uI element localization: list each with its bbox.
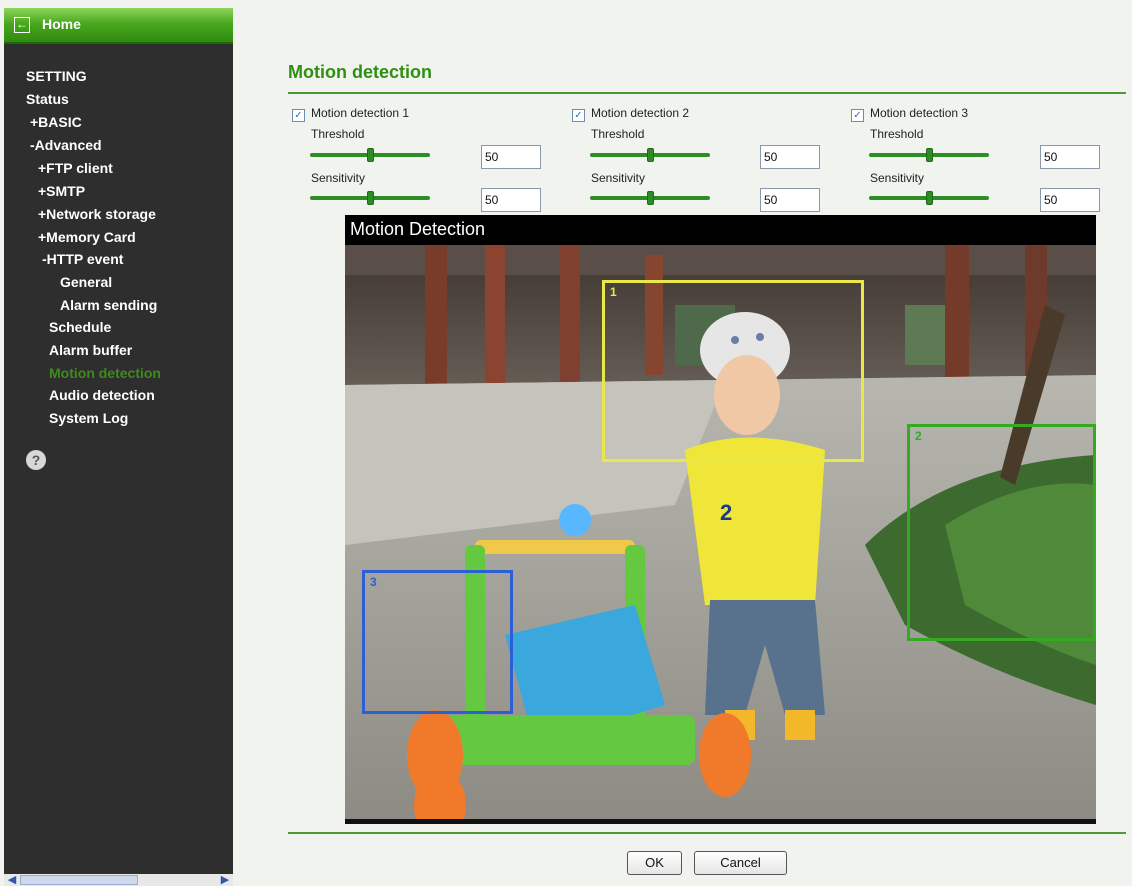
- motion-region-1-label: 1: [610, 285, 617, 299]
- threshold-slider-2[interactable]: [590, 148, 710, 162]
- motion-region-2[interactable]: 2: [907, 424, 1096, 641]
- nav-smtp[interactable]: +SMTP: [38, 183, 85, 199]
- nav-basic[interactable]: +BASIC: [30, 114, 82, 130]
- page-title: Motion detection: [288, 62, 432, 82]
- motion-detection-1-label: Motion detection 1: [311, 106, 410, 120]
- nav-schedule[interactable]: Schedule: [49, 319, 111, 335]
- horizontal-scrollbar[interactable]: ◀ ▶: [4, 874, 233, 886]
- threshold-slider-3[interactable]: [869, 148, 989, 162]
- sidebar: ← Home SETTING Status +BASIC -Advanced +…: [4, 8, 233, 886]
- viewer-title: Motion Detection: [350, 219, 486, 239]
- motion-detection-3-checkbox[interactable]: ✓: [851, 109, 864, 122]
- threshold-slider-1[interactable]: [310, 148, 430, 162]
- nav-network-storage[interactable]: +Network storage: [38, 206, 156, 222]
- svg-text:2: 2: [720, 500, 732, 525]
- nav-motion-detection[interactable]: Motion detection: [49, 365, 161, 381]
- scroll-left-arrow-icon[interactable]: ◀: [6, 874, 18, 886]
- sensitivity-label-3: Sensitivity: [870, 171, 925, 185]
- motion-region-1[interactable]: 1: [602, 280, 864, 462]
- sensitivity-slider-1[interactable]: [310, 191, 430, 205]
- motion-region-3[interactable]: 3: [362, 570, 513, 714]
- nav-system-log[interactable]: System Log: [49, 410, 128, 426]
- help-icon[interactable]: ?: [26, 450, 46, 470]
- motion-detection-1-checkbox[interactable]: ✓: [292, 109, 305, 122]
- nav-ftp-client[interactable]: +FTP client: [38, 160, 113, 176]
- sensitivity-input-3[interactable]: [1040, 188, 1100, 212]
- cancel-button[interactable]: Cancel: [694, 851, 787, 875]
- slider-thumb[interactable]: [926, 148, 933, 162]
- motion-detection-3-label: Motion detection 3: [870, 106, 969, 120]
- nav-advanced[interactable]: -Advanced: [30, 137, 102, 153]
- scrollbar-thumb[interactable]: [20, 875, 138, 885]
- threshold-label-3: Threshold: [870, 127, 924, 141]
- slider-thumb[interactable]: [367, 148, 374, 162]
- nav-alarm-buffer[interactable]: Alarm buffer: [49, 342, 132, 358]
- sensitivity-slider-3[interactable]: [869, 191, 989, 205]
- motion-detection-2-checkbox[interactable]: ✓: [572, 109, 585, 122]
- threshold-label-1: Threshold: [311, 127, 365, 141]
- motion-region-2-label: 2: [915, 429, 922, 443]
- slider-thumb[interactable]: [367, 191, 374, 205]
- nav-setting: SETTING: [26, 68, 87, 84]
- sensitivity-input-2[interactable]: [760, 188, 820, 212]
- viewer-header: Motion Detection: [345, 215, 1096, 245]
- slider-thumb[interactable]: [647, 148, 654, 162]
- nav-general[interactable]: General: [60, 274, 112, 290]
- nav-memory-card[interactable]: +Memory Card: [38, 229, 136, 245]
- nav-status[interactable]: Status: [26, 91, 69, 107]
- motion-detection-viewer[interactable]: Motion Detection 2 1 2 3: [345, 215, 1096, 824]
- slider-thumb[interactable]: [926, 191, 933, 205]
- threshold-input-2[interactable]: [760, 145, 820, 169]
- nav-http-event[interactable]: -HTTP event: [42, 251, 123, 267]
- home-label: Home: [42, 16, 81, 32]
- threshold-input-1[interactable]: [481, 145, 541, 169]
- top-divider: [288, 92, 1126, 94]
- motion-region-3-label: 3: [370, 575, 377, 589]
- sensitivity-slider-2[interactable]: [590, 191, 710, 205]
- threshold-input-3[interactable]: [1040, 145, 1100, 169]
- sensitivity-label-2: Sensitivity: [591, 171, 646, 185]
- threshold-label-2: Threshold: [591, 127, 645, 141]
- nav-audio-detection[interactable]: Audio detection: [49, 387, 155, 403]
- sensitivity-label-1: Sensitivity: [311, 171, 366, 185]
- home-link[interactable]: ← Home: [4, 8, 233, 44]
- motion-detection-2-label: Motion detection 2: [591, 106, 690, 120]
- scroll-right-arrow-icon[interactable]: ▶: [219, 874, 231, 886]
- slider-thumb[interactable]: [647, 191, 654, 205]
- sensitivity-input-1[interactable]: [481, 188, 541, 212]
- back-arrow-icon: ←: [14, 17, 30, 33]
- ok-button[interactable]: OK: [627, 851, 682, 875]
- nav-alarm-sending[interactable]: Alarm sending: [60, 297, 157, 313]
- bottom-divider: [288, 832, 1126, 834]
